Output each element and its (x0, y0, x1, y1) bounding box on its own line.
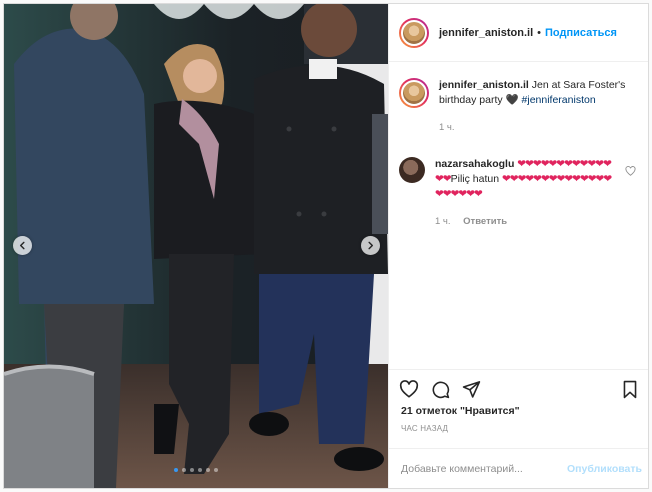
carousel-dot (174, 468, 178, 472)
comment-form: Опубликовать (389, 448, 648, 488)
chevron-left-icon (19, 241, 25, 250)
comment-icon (432, 381, 450, 398)
like-button[interactable] (399, 380, 419, 398)
next-slide-button[interactable] (361, 236, 380, 255)
post-side-panel: jennifer_aniston.il • Подписаться jennif… (388, 4, 648, 488)
avatar-image (399, 157, 425, 183)
caption-hashtag[interactable]: #jenniferaniston (522, 94, 596, 106)
carousel-dot (206, 468, 210, 472)
heart-icon (625, 166, 636, 176)
bookmark-icon (623, 380, 637, 398)
carousel-dot (182, 468, 186, 472)
comment-text: Piliç hatun (450, 173, 500, 185)
previous-slide-button[interactable] (13, 236, 32, 255)
author-username[interactable]: jennifer_aniston.il (439, 27, 533, 39)
follow-button[interactable]: Подписаться (545, 27, 617, 39)
comment-item: nazarsahakoglu ❤❤❤❤❤❤❤❤❤❤❤❤❤❤Piliç hatun… (399, 157, 638, 229)
save-button[interactable] (622, 380, 638, 399)
avatar-image (401, 19, 427, 46)
carousel-dot (214, 468, 218, 472)
actions-divider (389, 369, 648, 370)
share-icon (462, 381, 481, 398)
chevron-right-icon (368, 241, 374, 250)
caption-username[interactable]: jennifer_aniston.il (439, 79, 529, 91)
post-timestamp[interactable]: ЧАС НАЗАД (401, 424, 448, 433)
carousel-indicator (4, 468, 388, 472)
post-header: jennifer_aniston.il • Подписаться (389, 4, 648, 62)
post-actions (399, 375, 638, 403)
separator-dot: • (537, 26, 541, 39)
author-avatar[interactable] (399, 17, 429, 48)
likes-count[interactable]: 21 отметок "Нравится" (401, 405, 520, 417)
post-photo (4, 4, 388, 488)
post-media[interactable] (4, 4, 388, 488)
comment-button[interactable] (431, 380, 450, 399)
heart-icon (399, 380, 419, 398)
carousel-dot (198, 468, 202, 472)
reply-button[interactable]: Ответить (463, 216, 507, 227)
commenter-avatar[interactable] (399, 157, 425, 183)
instagram-post: jennifer_aniston.il • Подписаться jennif… (3, 3, 649, 489)
carousel-dot (190, 468, 194, 472)
comment-like-button[interactable] (625, 163, 636, 181)
avatar-image (401, 80, 427, 106)
comments-area[interactable]: jennifer_aniston.il Jen at Sara Foster's… (389, 62, 648, 370)
commenter-username[interactable]: nazarsahakoglu (435, 158, 514, 170)
publish-button[interactable]: Опубликовать (567, 463, 642, 475)
caption: jennifer_aniston.il Jen at Sara Foster's… (399, 78, 638, 135)
share-button[interactable] (462, 380, 481, 398)
caption-avatar[interactable] (399, 78, 429, 108)
comment-time: 1 ч. (435, 216, 451, 227)
add-comment-input[interactable] (401, 462, 568, 475)
caption-time: 1 ч. (439, 122, 455, 133)
